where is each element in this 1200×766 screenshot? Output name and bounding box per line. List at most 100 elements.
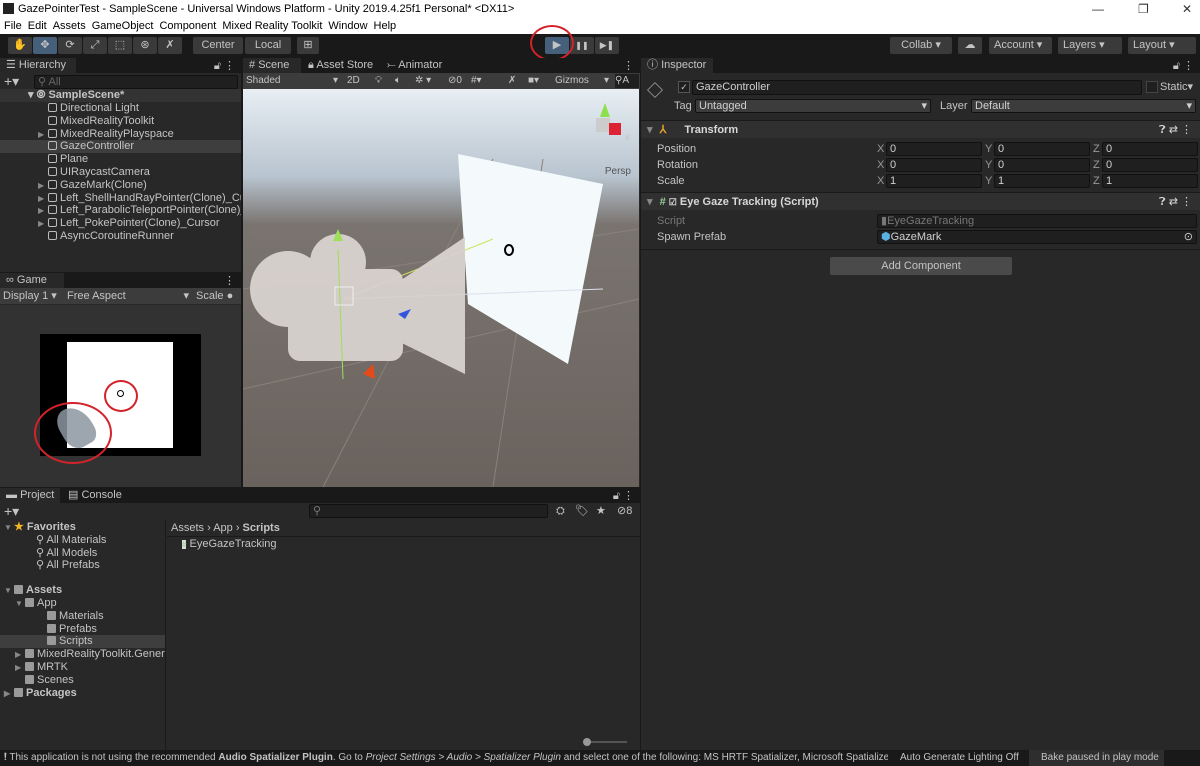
axis-label[interactable]: Z (1093, 158, 1100, 172)
more-icon[interactable]: ⋮ (623, 59, 634, 72)
axis-label[interactable]: Z (1093, 174, 1100, 188)
transform-tool-button[interactable]: ⊛ (133, 37, 157, 54)
snap-button[interactable]: ⊞ (297, 37, 319, 54)
axis-label[interactable]: Y (985, 158, 992, 172)
axis-label[interactable]: Y (985, 142, 992, 156)
menu-item[interactable]: GameObject (92, 20, 154, 32)
project-search-input[interactable]: ⚲ (309, 504, 548, 518)
expand-arrow-icon[interactable]: ▼ (15, 597, 25, 610)
scene-viewport[interactable]: x Persp (243, 89, 639, 487)
camera-dropdown-icon[interactable]: ■▾ (528, 73, 539, 89)
axis-label[interactable]: Z (1093, 142, 1100, 156)
expand-arrow-icon[interactable]: ▶ (4, 687, 14, 700)
expand-arrow-icon[interactable]: ▶ (38, 179, 48, 192)
object-picker-icon[interactable]: ⊙ (1184, 231, 1193, 243)
tab-asset-store[interactable]: 🔒︎ Asset Store (302, 58, 380, 73)
tab-project[interactable]: ▬ Project (0, 488, 60, 503)
scale-y-input[interactable]: 1 (994, 174, 1090, 188)
menu-item[interactable]: Assets (53, 20, 86, 32)
position-y-input[interactable]: 0 (994, 142, 1090, 156)
hierarchy-item[interactable]: MixedRealityToolkit (0, 115, 241, 128)
hierarchy-item[interactable]: ▶ MixedRealityPlayspace (0, 128, 241, 141)
axis-label[interactable]: X (877, 158, 884, 172)
static-dropdown[interactable]: Static▾ (1160, 80, 1193, 94)
pivot-center-button[interactable]: Center (193, 37, 243, 54)
tag-dropdown[interactable]: Untagged ▾ (695, 99, 931, 113)
project-tree-item[interactable]: ⚲ All Models (0, 547, 165, 560)
pivot-local-button[interactable]: Local (245, 37, 291, 54)
lock-icon[interactable]: 🔓︎ ⋮ (613, 489, 634, 503)
project-tree-item[interactable]: ▶ MixedRealityToolkit.Generated (0, 648, 165, 661)
game-viewport[interactable] (0, 305, 241, 487)
audio-toggle-icon[interactable]: 🔈︎ (395, 73, 401, 89)
aspect-dropdown[interactable]: Free Aspect ▾ (67, 288, 189, 304)
scale-x-input[interactable]: 1 (886, 174, 982, 188)
maximize-button[interactable]: ❐ (1138, 0, 1149, 18)
project-tree-item[interactable]: ▶ Packages (0, 687, 165, 700)
hierarchy-item[interactable]: Plane (0, 153, 241, 166)
static-checkbox[interactable] (1146, 81, 1158, 93)
cloud-button[interactable]: ☁ (958, 37, 982, 54)
expand-arrow-icon[interactable]: ▼ (4, 584, 14, 597)
axis-label[interactable]: X (877, 142, 884, 156)
menu-item[interactable]: Window (328, 20, 367, 32)
rotation-y-input[interactable]: 0 (994, 158, 1090, 172)
spawn-prefab-field[interactable]: ⬢GazeMark ⊙ (877, 230, 1197, 244)
position-x-input[interactable]: 0 (886, 142, 982, 156)
layer-dropdown[interactable]: Default ▾ (971, 99, 1196, 113)
project-tree-item[interactable]: ▼ ★ Favorites (0, 521, 165, 534)
orientation-gizmo[interactable]: x (581, 103, 630, 147)
menu-item[interactable]: File (4, 20, 22, 32)
2d-toggle[interactable]: 2D (347, 73, 360, 89)
menu-item[interactable]: Edit (28, 20, 47, 32)
transform-header[interactable]: ▾ ⅄ Transform ❓︎ ⇄ ⋮ (641, 120, 1200, 138)
script-header[interactable]: ▾ # ☑ Eye Gaze Tracking (Script) ❓︎ ⇄ ⋮ (641, 192, 1200, 210)
project-tree-item[interactable]: ▼ App (0, 597, 165, 610)
effects-dropdown-icon[interactable]: ✲ ▾ (415, 73, 431, 89)
close-button[interactable]: ✕ (1182, 0, 1192, 18)
custom-tool-tool-button[interactable]: ✗ (158, 37, 182, 54)
project-tree-item[interactable]: Materials (0, 610, 165, 623)
active-checkbox[interactable]: ✓ (678, 81, 690, 93)
project-tree-item[interactable]: ⚲ All Prefabs (0, 559, 165, 572)
tab-inspector[interactable]: ⓘ Inspector (641, 58, 713, 73)
expand-arrow-icon[interactable]: ▶ (38, 204, 48, 217)
move-tool-button[interactable]: ✥ (33, 37, 57, 54)
lock-icon[interactable]: 🔓︎ ⋮ (1173, 59, 1194, 73)
breadcrumb-item[interactable]: Assets (171, 522, 204, 534)
breadcrumb-item[interactable]: Scripts (243, 522, 280, 534)
project-tree-item[interactable]: ⚲ All Materials (0, 534, 165, 547)
rect-tool-button[interactable]: ⬚ (108, 37, 132, 54)
lighting-toggle-icon[interactable]: 💡︎ (375, 73, 382, 89)
file-item[interactable]: # EyeGazeTracking (182, 538, 277, 551)
hierarchy-item[interactable]: AsyncCoroutineRunner (0, 230, 241, 243)
scale-tool-button[interactable]: ⤢ (83, 37, 107, 54)
menu-item[interactable]: Component (159, 20, 216, 32)
scale-slider[interactable]: Scale ● (196, 288, 233, 304)
step-button[interactable]: ▶❚ (595, 37, 619, 54)
position-z-input[interactable]: 0 (1102, 142, 1198, 156)
expand-arrow-icon[interactable]: ▶ (38, 128, 48, 141)
account-dropdown[interactable]: Account ▾ (989, 37, 1052, 54)
search-by-type-icon[interactable]: ⛭ (556, 504, 565, 518)
breadcrumb-item[interactable]: App (213, 522, 233, 534)
gizmos-dropdown[interactable]: Gizmos ▾ (555, 73, 609, 89)
menu-item[interactable]: Mixed Reality Toolkit (222, 20, 322, 32)
expand-arrow-icon[interactable]: ▼ (4, 521, 14, 534)
hierarchy-item[interactable]: ▶ Left_PokePointer(Clone)_Cursor (0, 217, 241, 230)
hierarchy-item[interactable]: UIRaycastCamera (0, 166, 241, 179)
axis-label[interactable]: X (877, 174, 884, 188)
icon-size-slider[interactable] (583, 738, 627, 746)
create-button[interactable]: +▾ (4, 503, 19, 520)
layers-dropdown[interactable]: Layers ▾ (1058, 37, 1122, 54)
rotate-tool-button[interactable]: ⟳ (58, 37, 82, 54)
favorite-icon[interactable]: ★ (596, 504, 606, 518)
expand-arrow-icon[interactable]: ▶ (38, 217, 48, 230)
persp-label[interactable]: Persp (605, 166, 631, 177)
bake-status[interactable]: Bake paused in play mode (1029, 750, 1164, 766)
project-tree-item[interactable]: Prefabs (0, 623, 165, 636)
scene-search-input[interactable]: ⚲A (615, 74, 639, 88)
project-tree-item[interactable]: Scripts (0, 635, 165, 649)
hierarchy-item[interactable]: ▶ GazeMark(Clone) (0, 179, 241, 192)
tools-icon[interactable]: ✗ (508, 73, 516, 89)
